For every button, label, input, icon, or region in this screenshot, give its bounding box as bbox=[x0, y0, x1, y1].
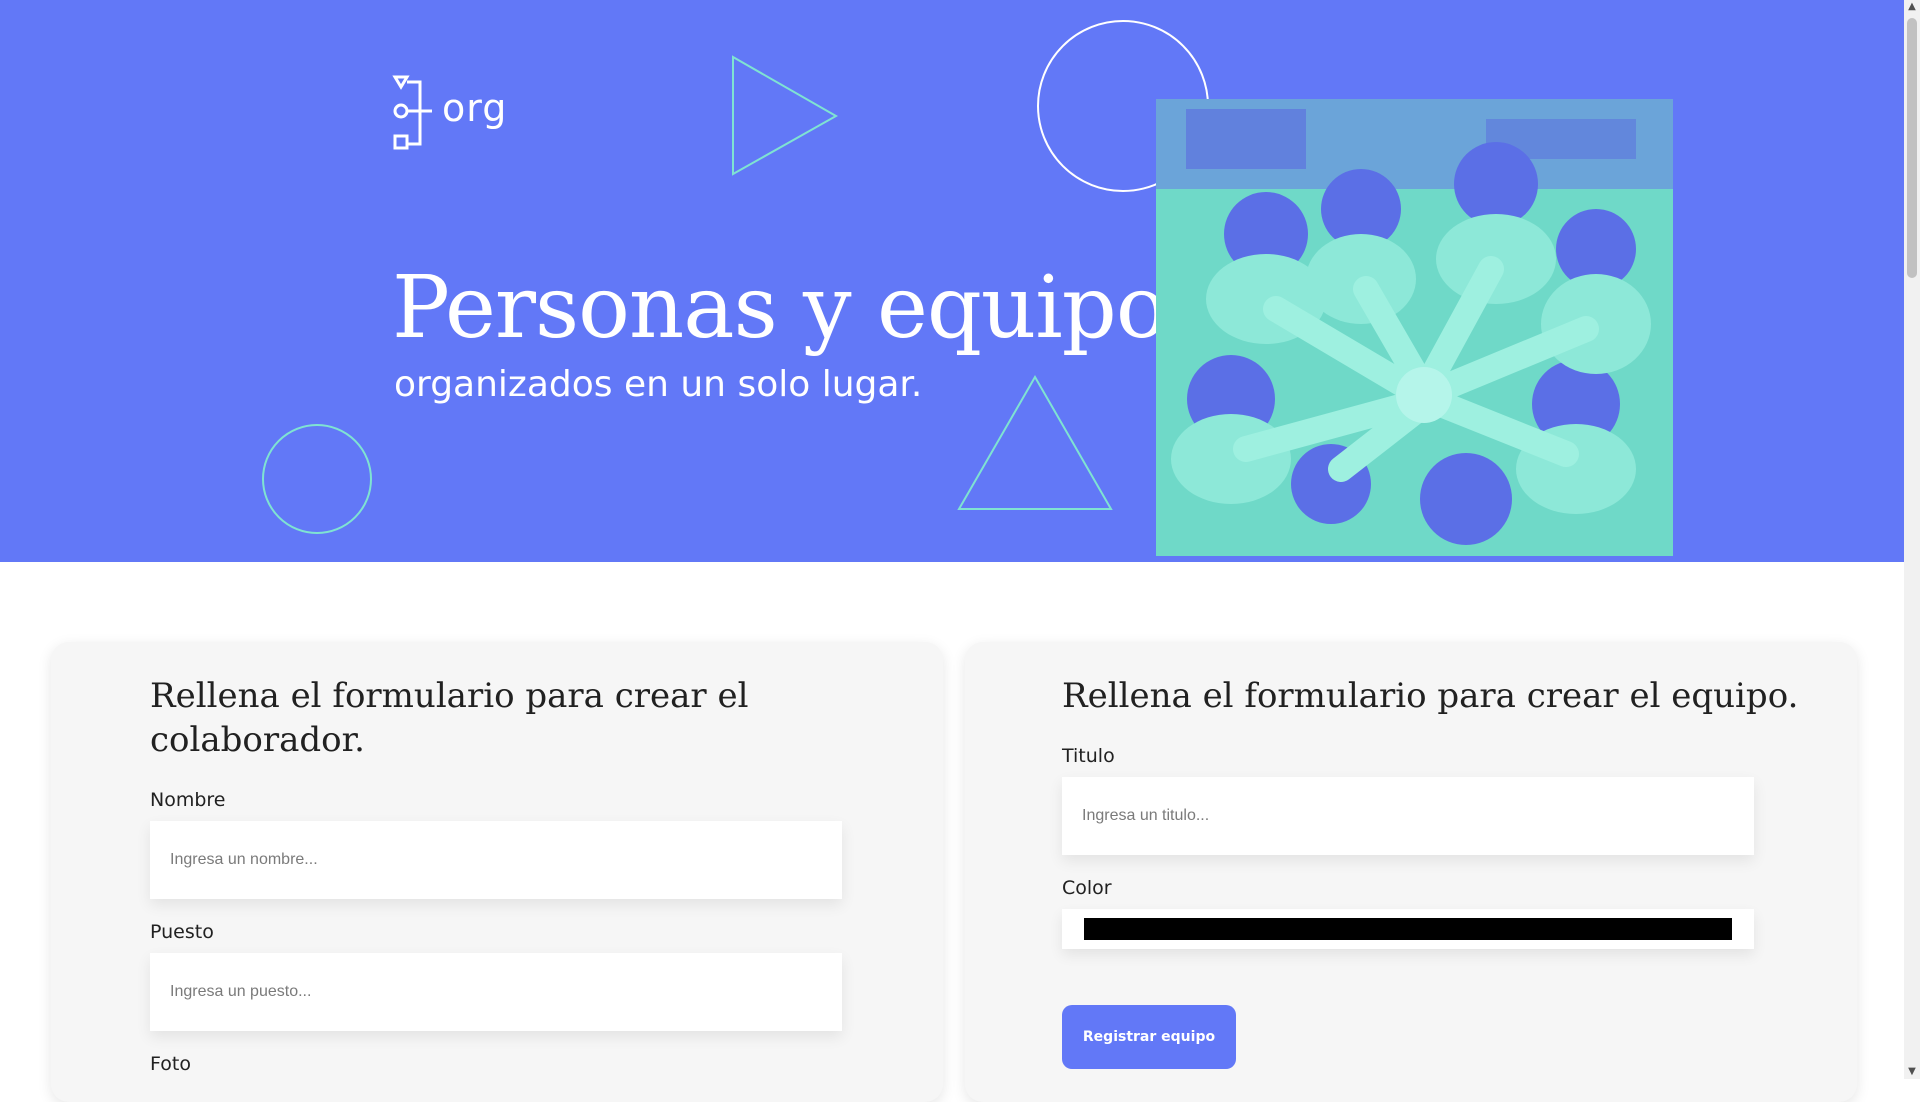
team-form-card: Rellena el formulario para crear el equi… bbox=[965, 642, 1857, 1102]
scroll-up-arrow-icon[interactable]: ▲ bbox=[1907, 0, 1917, 14]
puesto-label: Puesto bbox=[150, 921, 214, 943]
collaborator-form-card: Rellena el formulario para crear el cola… bbox=[51, 642, 943, 1102]
color-label: Color bbox=[1062, 877, 1112, 899]
register-team-button[interactable]: Registrar equipo bbox=[1062, 1005, 1236, 1069]
circle-decoration-left bbox=[262, 424, 372, 534]
collaborator-form-title: Rellena el formulario para crear el cola… bbox=[150, 676, 749, 760]
puesto-input[interactable] bbox=[150, 953, 842, 1031]
foto-label: Foto bbox=[150, 1053, 191, 1075]
color-picker-input[interactable] bbox=[1062, 909, 1754, 949]
scroll-down-arrow-icon[interactable]: ▼ bbox=[1907, 1065, 1917, 1079]
nombre-input[interactable] bbox=[150, 821, 842, 899]
team-form-title: Rellena el formulario para crear el equi… bbox=[1062, 676, 1799, 716]
color-swatch[interactable] bbox=[1084, 918, 1732, 940]
play-triangle-decoration bbox=[732, 55, 839, 176]
hero-subtitle: organizados en un solo lugar. bbox=[394, 364, 923, 405]
hero-banner: org Personas y equipos organizados en un… bbox=[0, 0, 1904, 562]
nombre-label: Nombre bbox=[150, 789, 226, 811]
logo-text: org bbox=[442, 86, 508, 130]
page-scrollbar[interactable]: ▲ ▼ bbox=[1904, 0, 1920, 1079]
triangle-decoration bbox=[957, 374, 1113, 510]
team-hands-photo bbox=[1156, 99, 1673, 556]
scroll-thumb[interactable] bbox=[1907, 18, 1917, 278]
titulo-input[interactable] bbox=[1062, 777, 1754, 855]
logo[interactable]: org bbox=[392, 74, 522, 150]
titulo-label: Titulo bbox=[1062, 745, 1115, 767]
hero-title: Personas y equipos bbox=[392, 258, 1211, 358]
org-chart-logo-icon bbox=[392, 75, 432, 150]
